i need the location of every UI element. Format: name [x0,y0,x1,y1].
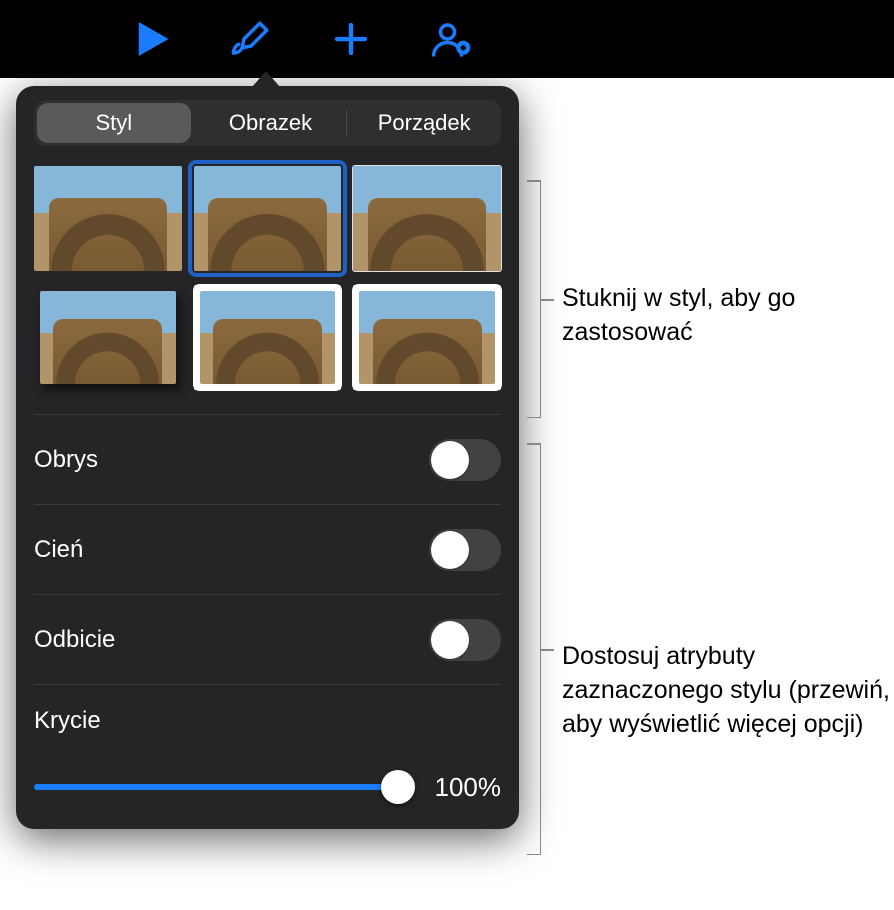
style-thumbnail[interactable] [194,285,342,390]
setting-row-cien[interactable]: Cień [34,504,501,594]
add-icon[interactable] [330,18,372,60]
popover-pointer [252,71,280,87]
thumbnail-image [200,291,336,383]
opacity-slider[interactable] [34,767,415,807]
opacity-section: Krycie 100% [34,684,501,807]
opacity-label: Krycie [34,707,501,735]
format-brush-icon[interactable] [230,18,272,60]
toggle-knob [431,441,469,479]
style-thumbnail[interactable] [353,285,501,390]
segmented-tabs: Styl Obrazek Porządek [34,100,501,146]
thumbnail-image [34,166,182,271]
collaborate-icon[interactable] [430,18,472,60]
tab-obrazek[interactable]: Obrazek [194,100,348,146]
style-thumbnail[interactable] [353,166,501,271]
toggle-knob [431,531,469,569]
slider-knob[interactable] [381,770,415,804]
setting-label: Odbicie [34,626,115,654]
tab-label: Porządek [378,110,471,136]
format-popover: Styl Obrazek Porządek Obrys Cień Odbicie… [16,86,519,829]
style-thumbnail[interactable] [34,166,182,271]
style-thumbnail[interactable] [34,285,182,390]
setting-row-odbicie[interactable]: Odbicie [34,594,501,684]
tab-styl[interactable]: Styl [37,103,191,143]
thumbnail-image [40,291,176,383]
thumbnail-image [359,291,495,383]
setting-row-obrys[interactable]: Obrys [34,414,501,504]
app-toolbar [0,0,894,78]
callout-attributes: Dostosuj atrybuty zaznaczonego stylu (pr… [562,640,894,741]
tab-porzadek[interactable]: Porządek [347,100,501,146]
toggle-obrys[interactable] [429,439,501,481]
thumbnail-image [194,166,342,271]
opacity-value: 100% [431,772,501,803]
toggle-knob [431,621,469,659]
thumbnail-image [353,166,501,271]
style-thumbnail-selected[interactable] [194,166,342,271]
setting-label: Obrys [34,446,98,474]
callout-bracket [527,180,541,418]
tab-label: Styl [95,110,132,136]
opacity-slider-row: 100% [34,767,501,807]
callout-bracket [527,443,541,855]
play-icon[interactable] [130,18,172,60]
slider-track [34,784,415,790]
toggle-odbicie[interactable] [429,619,501,661]
setting-label: Cień [34,536,83,564]
toggle-cien[interactable] [429,529,501,571]
style-thumbnail-grid [34,166,501,390]
callout-styles: Stuknij w styl, aby go zastosować [562,282,894,350]
tab-label: Obrazek [229,110,312,136]
